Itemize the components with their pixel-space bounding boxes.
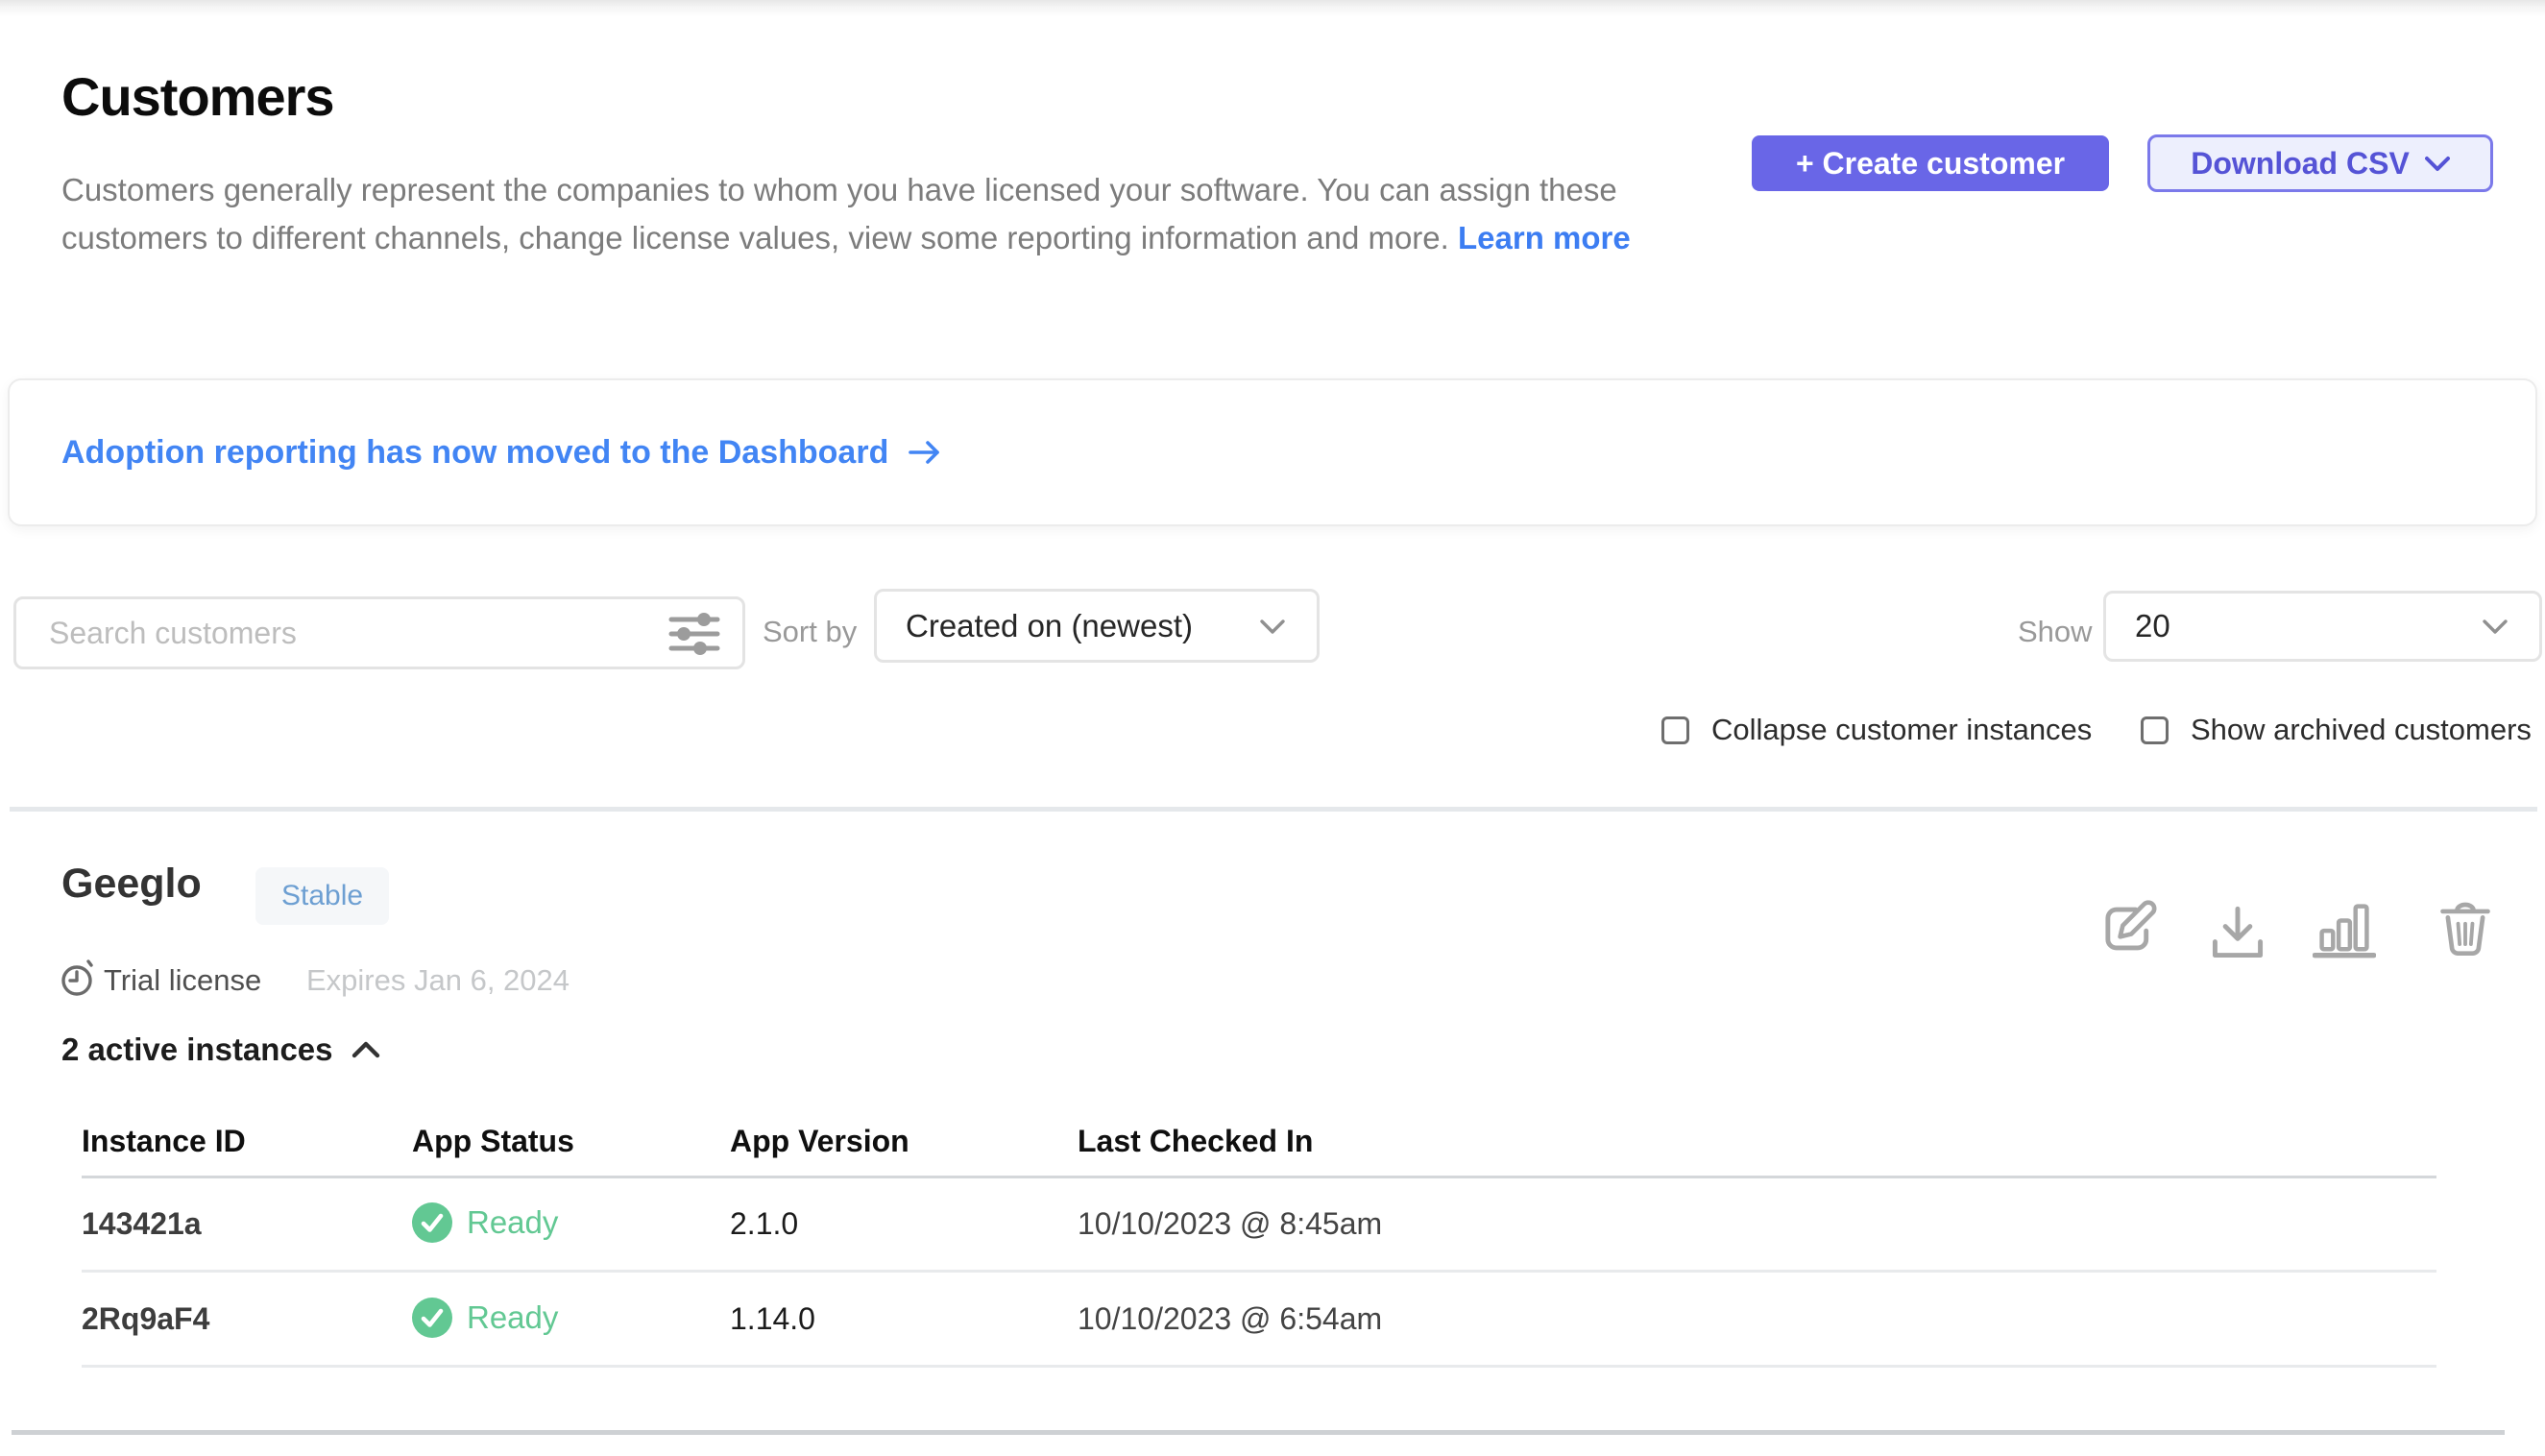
- chevron-down-icon: [2482, 618, 2509, 635]
- last-checked-in-cell: 10/10/2023 @ 8:45am: [1078, 1206, 1382, 1242]
- app-version-cell: 2.1.0: [730, 1206, 798, 1242]
- instance-id-cell: 143421a: [82, 1206, 202, 1242]
- last-checked-in-cell: 10/10/2023 @ 6:54am: [1078, 1301, 1382, 1337]
- search-input[interactable]: [16, 599, 742, 667]
- instance-id-cell: 2Rq9aF4: [82, 1301, 209, 1337]
- table-header-instance-id: Instance ID: [82, 1124, 246, 1159]
- filter-sliders-icon[interactable]: [667, 612, 721, 656]
- show-archived-label: Show archived customers: [2191, 713, 2532, 747]
- show-count-value: 20: [2135, 608, 2170, 644]
- customers-page: Customers Customers generally represent …: [0, 0, 2545, 1456]
- bar-chart-button[interactable]: [2313, 899, 2376, 959]
- show-archived-checkbox-group[interactable]: Show archived customers: [2141, 713, 2532, 747]
- page-description-text: Customers generally represent the compan…: [61, 172, 1617, 255]
- channel-badge: Stable: [255, 867, 389, 925]
- app-status-text: Ready: [467, 1299, 558, 1336]
- download-csv-button[interactable]: Download CSV: [2147, 134, 2493, 192]
- app-version-cell: 1.14.0: [730, 1301, 815, 1337]
- trash-icon[interactable]: [2437, 897, 2493, 959]
- license-expires-label: Expires Jan 6, 2024: [306, 963, 570, 998]
- table-header-last-checked-in: Last Checked In: [1078, 1124, 1313, 1159]
- license-type-label: Trial license: [104, 963, 261, 998]
- collapse-instances-checkbox[interactable]: [1661, 716, 1689, 744]
- table-header-app-version: App Version: [730, 1124, 909, 1159]
- download-customer-button[interactable]: [2209, 905, 2266, 960]
- arrow-right-icon: [908, 438, 942, 467]
- page-bottom-divider: [12, 1430, 2505, 1435]
- learn-more-link[interactable]: Learn more: [1458, 220, 1631, 255]
- page-description: Customers generally represent the compan…: [61, 166, 1694, 262]
- check-circle-icon: [412, 1202, 452, 1243]
- collapse-instances-label: Collapse customer instances: [1711, 713, 2092, 747]
- adoption-banner: Adoption reporting has now moved to the …: [8, 378, 2537, 526]
- table-header-divider: [82, 1176, 2436, 1178]
- table-bottom-divider: [82, 1365, 2436, 1368]
- table-header-app-status: App Status: [412, 1124, 574, 1159]
- adoption-banner-link[interactable]: Adoption reporting has now moved to the …: [61, 434, 942, 472]
- collapse-instances-checkbox-group[interactable]: Collapse customer instances: [1661, 713, 2092, 747]
- sort-dropdown-value: Created on (newest): [906, 608, 1193, 644]
- show-count-dropdown[interactable]: 20: [2103, 591, 2542, 662]
- app-status-text: Ready: [467, 1204, 558, 1241]
- active-instances-label: 2 active instances: [61, 1031, 333, 1068]
- search-box: [13, 596, 745, 669]
- create-customer-label: + Create customer: [1796, 146, 2065, 182]
- chevron-down-icon: [1259, 618, 1286, 635]
- section-divider: [10, 807, 2537, 812]
- edit-customer-button[interactable]: [2099, 899, 2159, 959]
- download-csv-label: Download CSV: [2191, 146, 2410, 182]
- app-status-cell: Ready: [412, 1298, 558, 1338]
- clock-icon: [60, 957, 98, 999]
- sort-by-label: Sort by: [763, 615, 857, 649]
- check-circle-icon: [412, 1298, 452, 1338]
- top-shadow: [0, 0, 2545, 17]
- chevron-down-icon: [2425, 156, 2450, 172]
- show-label: Show: [2018, 615, 2093, 649]
- page-title: Customers: [61, 65, 334, 128]
- create-customer-button[interactable]: + Create customer: [1752, 135, 2109, 191]
- active-instances-toggle[interactable]: 2 active instances: [61, 1031, 381, 1068]
- customer-name[interactable]: Geeglo: [61, 861, 202, 908]
- chevron-up-icon: [351, 1040, 381, 1059]
- app-status-cell: Ready: [412, 1202, 558, 1243]
- adoption-banner-text: Adoption reporting has now moved to the …: [61, 434, 888, 472]
- show-archived-checkbox[interactable]: [2141, 716, 2169, 744]
- sort-dropdown[interactable]: Created on (newest): [874, 589, 1320, 663]
- table-row-divider: [82, 1270, 2436, 1273]
